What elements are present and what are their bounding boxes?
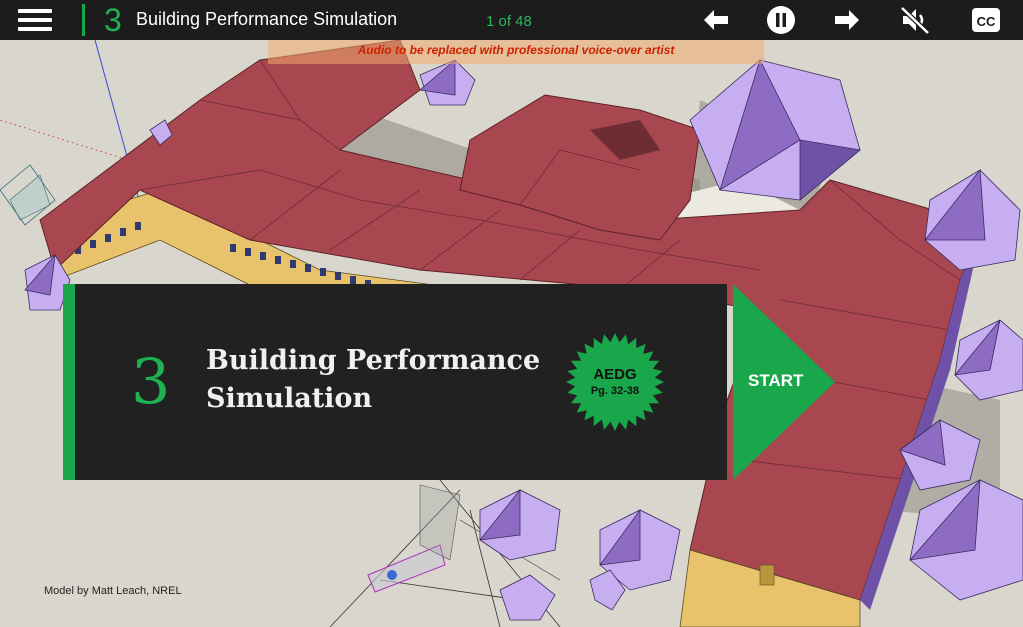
badge-title: AEDG: [593, 366, 637, 383]
mute-icon[interactable]: [899, 4, 931, 36]
aedg-reference-badge: AEDG Pg. 32-38: [565, 332, 665, 432]
closed-captions-icon[interactable]: CC: [970, 4, 1002, 36]
badge-pages: Pg. 32-38: [590, 385, 640, 397]
card-accent-bar: [63, 284, 75, 480]
start-label: START: [748, 371, 804, 390]
menu-icon[interactable]: [14, 6, 58, 34]
svg-text:CC: CC: [977, 14, 996, 29]
back-arrow-icon[interactable]: [700, 4, 732, 36]
audio-placeholder-notice: Audio to be replaced with professional v…: [268, 40, 764, 64]
slide-counter: 1 of 48: [486, 13, 532, 30]
notice-text: Audio to be replaced with professional v…: [357, 43, 675, 57]
pause-icon[interactable]: [765, 4, 797, 36]
forward-arrow-icon[interactable]: [831, 4, 863, 36]
course-title: Building Performance Simulation: [136, 9, 398, 29]
title-divider: [82, 4, 85, 36]
model-credit: Model by Matt Leach, NREL: [44, 585, 182, 597]
card-title: Building Performance Simulation: [206, 345, 541, 414]
chapter-number: 3: [104, 2, 122, 38]
card-chapter-number: 3: [131, 345, 171, 418]
top-navigation-bar: 3 Building Performance Simulation 1 of 4…: [0, 0, 1023, 40]
